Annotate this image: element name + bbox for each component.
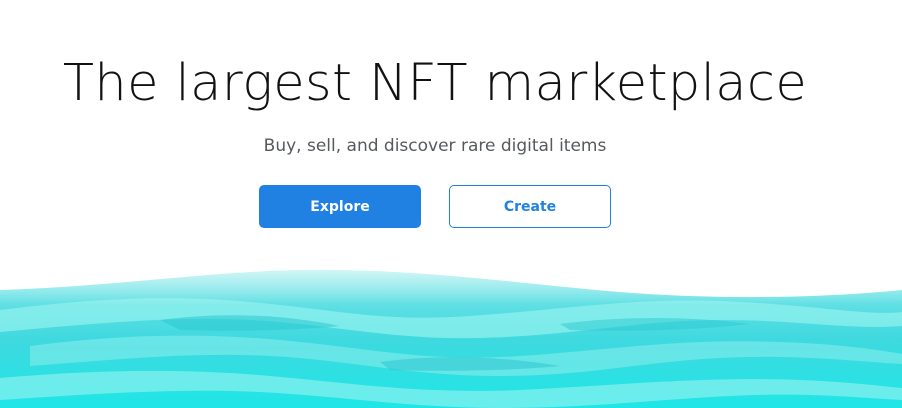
hero-subtitle: Buy, sell, and discover rare digital ite… xyxy=(263,136,607,156)
hero-section: The largest NFT marketplace Buy, sell, a… xyxy=(0,0,902,408)
ocean-waves-illustration xyxy=(0,250,902,408)
explore-button[interactable]: Explore xyxy=(259,185,421,228)
hero-title: The largest NFT marketplace xyxy=(62,54,808,113)
create-button[interactable]: Create xyxy=(449,185,611,228)
